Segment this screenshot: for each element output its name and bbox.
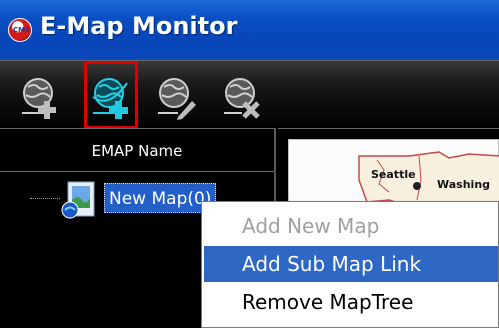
emap-name-header[interactable]: EMAP Name <box>0 128 274 172</box>
menu-item-remove-map-tree[interactable]: Remove MapTree <box>204 284 498 320</box>
window-title: E-Map Monitor <box>40 12 238 40</box>
map-label-seattle: Seattle <box>371 168 416 181</box>
context-menu: Add New Map Add Sub Map Link Remove MapT… <box>201 201 499 328</box>
toolbar <box>0 60 499 129</box>
menu-item-add-sub-map-link[interactable]: Add Sub Map Link <box>204 246 498 282</box>
app-logo-icon: CMS <box>8 18 32 42</box>
map-label-washington: Washing <box>437 178 491 191</box>
edit-map-icon <box>158 78 196 120</box>
remove-map-button[interactable] <box>218 67 266 123</box>
map-node-icon[interactable] <box>60 180 102 220</box>
add-map-icon <box>22 78 56 119</box>
app-icon-text: CMS <box>13 26 31 34</box>
add-sub-map-link-button[interactable] <box>84 61 138 129</box>
add-sub-map-link-icon <box>92 78 128 119</box>
menu-item-add-new-map[interactable]: Add New Map <box>204 208 498 244</box>
add-map-button[interactable] <box>16 67 64 123</box>
title-bar[interactable]: CMS E-Map Monitor <box>0 0 499 60</box>
tree-item-new-map[interactable]: New Map(0) <box>104 183 217 213</box>
tree-connector-line <box>30 198 60 199</box>
edit-map-button[interactable] <box>152 67 200 123</box>
remove-map-icon <box>224 78 260 119</box>
